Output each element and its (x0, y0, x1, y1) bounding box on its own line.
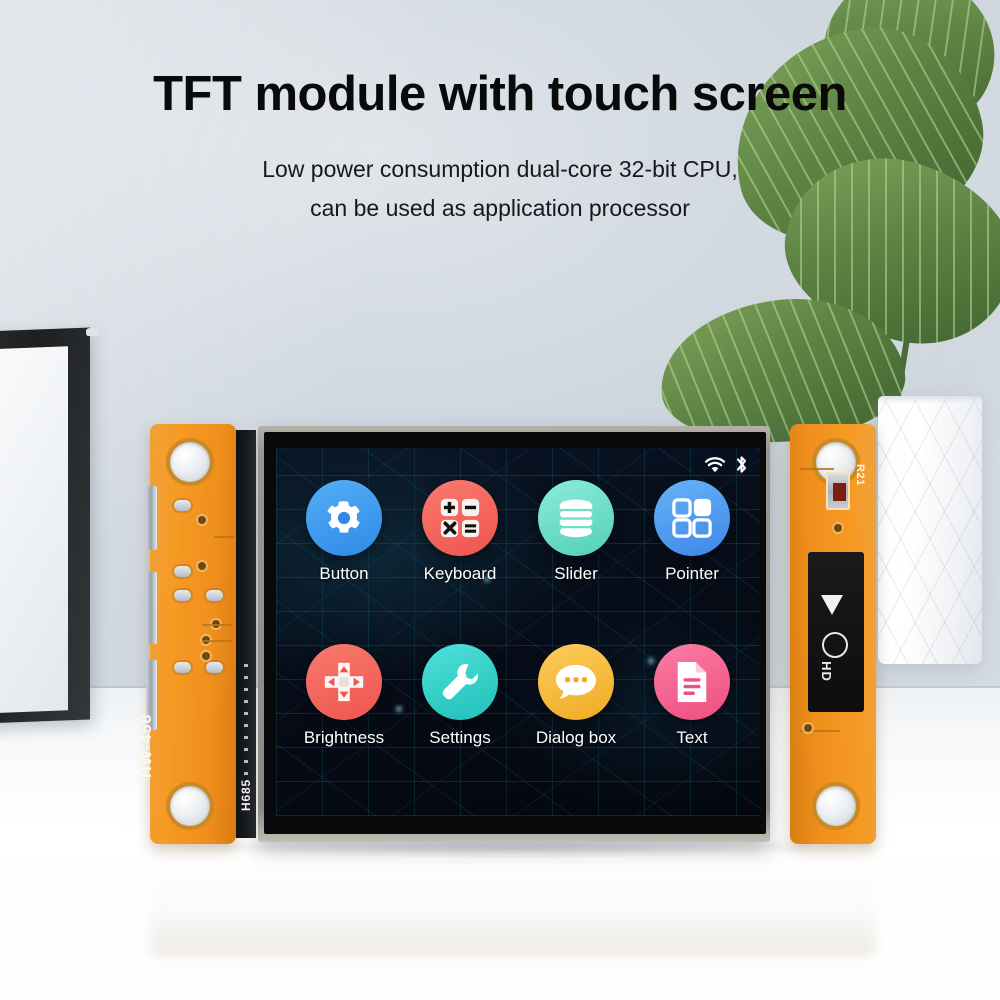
chip-circle-mark (822, 632, 848, 658)
solder-pad (174, 566, 191, 577)
app-tile-pointer[interactable]: Pointer (634, 480, 750, 584)
picture-frame (0, 327, 90, 725)
vase-facet-texture (878, 396, 982, 664)
dpad-icon (321, 659, 367, 705)
strip-label: H685 (239, 779, 253, 811)
chip-triangle-mark (821, 595, 843, 615)
app-tile-text[interactable]: Text (634, 644, 750, 748)
app-icon-background[interactable] (654, 480, 730, 556)
database-icon (554, 498, 598, 538)
ceramic-vase (878, 396, 982, 664)
pcb-right-board: R21 HD (790, 424, 876, 844)
subtitle-line-2: can be used as application processor (310, 195, 690, 221)
page-subtitle: Low power consumption dual-core 32-bit C… (0, 150, 1000, 228)
app-label: Settings (429, 728, 491, 747)
app-launcher-grid: Button Keyboard Slider Pointer Brightnes… (286, 480, 750, 808)
solder-pad (174, 590, 191, 601)
solder-pad (206, 662, 223, 673)
app-label: Pointer (665, 564, 719, 583)
app-label: Dialog box (535, 728, 617, 747)
app-tile-dialog-box[interactable]: Dialog box (518, 644, 634, 748)
subtitle-line-1: Low power consumption dual-core 32-bit C… (262, 156, 738, 182)
device-reflection (150, 846, 876, 956)
app-icon-background[interactable] (654, 644, 730, 720)
product-photo-scene: TFT module with touch screen Low power c… (0, 0, 1000, 1000)
pcb-via (198, 562, 206, 570)
app-tile-button[interactable]: Button (286, 480, 402, 584)
lcd-flex-strip: H685 (236, 430, 256, 838)
ic-chip: HD (808, 552, 864, 712)
status-bar (704, 455, 748, 474)
app-tile-slider[interactable]: Slider (518, 480, 634, 584)
app-label: Brightness (303, 728, 385, 747)
document-icon (672, 660, 712, 704)
app-icon-background[interactable] (422, 480, 498, 556)
picture-frame-highlight (86, 327, 100, 337)
edge-connector-pin (146, 572, 157, 644)
grid-squares-icon (671, 497, 713, 539)
app-tile-brightness[interactable]: Brightness (286, 644, 402, 748)
vase-lip (878, 396, 982, 404)
wifi-icon (704, 456, 726, 473)
smd-resistor (826, 472, 850, 510)
board-silkscreen-ref: R21 (854, 464, 866, 486)
mounting-hole (170, 786, 210, 826)
pcb-left-board: HW-458 (138, 424, 236, 844)
app-icon-background[interactable] (306, 480, 382, 556)
app-label: Button (319, 564, 369, 583)
app-label: Text (676, 728, 708, 747)
pcb-via (202, 652, 210, 660)
app-tile-keyboard[interactable]: Keyboard (402, 480, 518, 584)
app-icon-background[interactable] (422, 644, 498, 720)
app-icon-background[interactable] (538, 480, 614, 556)
gear-icon (323, 497, 365, 539)
pcb-via (834, 524, 842, 532)
solder-pad (174, 500, 191, 511)
wrench-icon (439, 661, 481, 703)
app-label: Slider (554, 564, 598, 583)
page-title: TFT module with touch screen (153, 67, 847, 121)
bluetooth-icon (735, 455, 748, 474)
solder-pad (174, 662, 191, 673)
touchscreen-display[interactable]: Button Keyboard Slider Pointer Brightnes… (276, 448, 760, 816)
mounting-hole (170, 442, 210, 482)
board-silkscreen-model: HW-458 (138, 713, 155, 778)
pcb-trace (202, 624, 232, 626)
pcb-trace (214, 536, 234, 538)
app-label: Keyboard (423, 564, 497, 583)
speech-bubble-icon (554, 662, 598, 702)
picture-frame-mat (0, 346, 68, 715)
calculator-icon (438, 496, 482, 540)
chip-label: HD (818, 661, 834, 682)
tft-display-module: HW-458 H685 Button Keyboard Slider Point… (138, 424, 876, 844)
app-icon-background[interactable] (306, 644, 382, 720)
mounting-hole (816, 786, 856, 826)
solder-pad (206, 590, 223, 601)
pcb-trace (800, 468, 834, 470)
edge-connector-pin (146, 486, 157, 550)
pcb-via (198, 516, 206, 524)
lcd-metal-bezel: Button Keyboard Slider Pointer Brightnes… (258, 426, 770, 842)
pcb-via (804, 724, 812, 732)
pcb-trace (202, 640, 232, 642)
app-tile-settings[interactable]: Settings (402, 644, 518, 748)
app-icon-background[interactable] (538, 644, 614, 720)
